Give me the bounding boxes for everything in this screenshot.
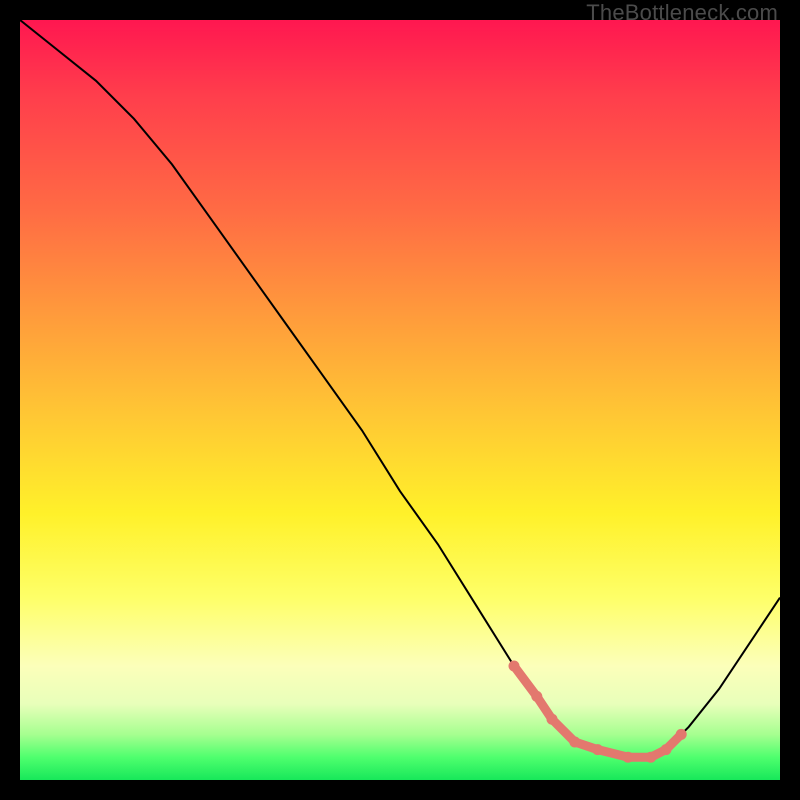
bottleneck-curve bbox=[20, 20, 780, 757]
highlight-dot bbox=[676, 729, 687, 740]
highlight-segment bbox=[553, 721, 573, 741]
chart-svg bbox=[20, 20, 780, 780]
watermark-label: TheBottleneck.com bbox=[586, 0, 778, 26]
chart-plot-area bbox=[20, 20, 780, 780]
highlight-segment bbox=[599, 750, 626, 757]
highlight-segment bbox=[515, 668, 535, 695]
